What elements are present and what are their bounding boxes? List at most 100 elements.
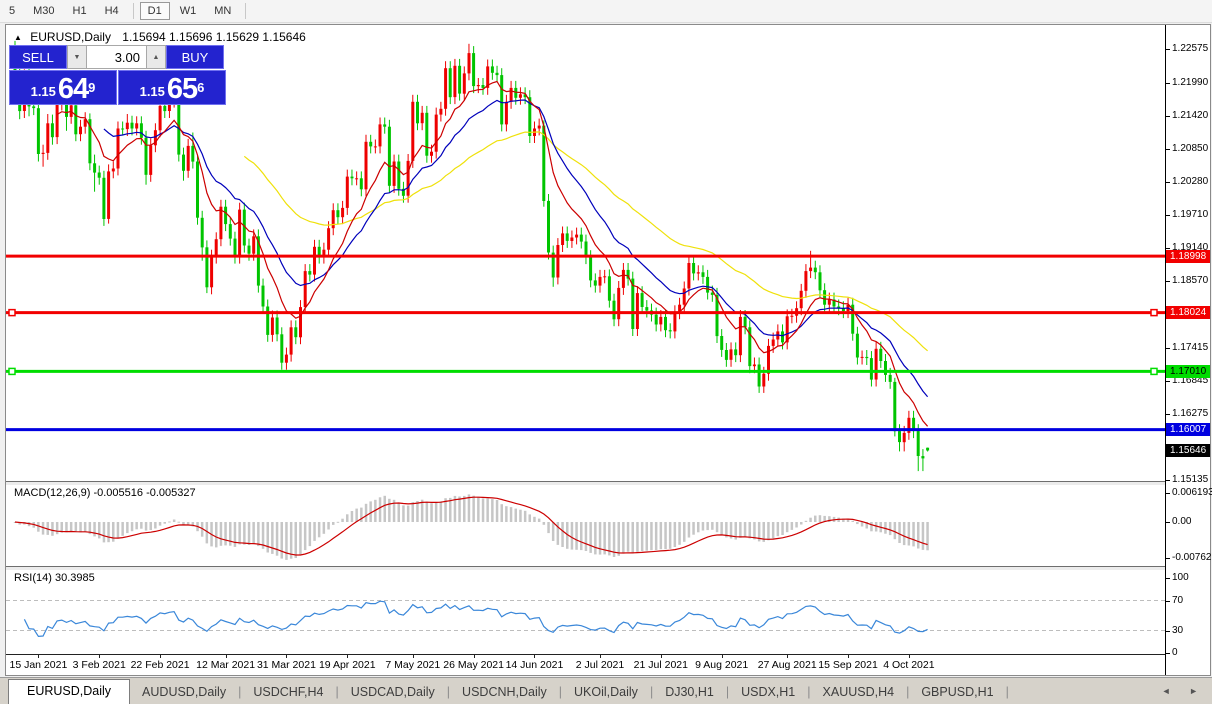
candle-body — [921, 456, 925, 459]
volume-input[interactable] — [87, 45, 146, 69]
timeframe-button-h1[interactable]: H1 — [65, 2, 95, 20]
candle-body — [570, 237, 574, 241]
candle-body — [93, 163, 97, 173]
macd-histogram-bar — [631, 522, 634, 554]
macd-histogram-bar — [523, 510, 527, 522]
tab-usdchf-h4[interactable]: USDCHF,H4 — [241, 681, 335, 704]
candle-body — [284, 354, 288, 363]
macd-histogram-bar — [472, 495, 475, 522]
candle-body — [55, 103, 59, 138]
timeframe-button-d1[interactable]: D1 — [139, 2, 170, 20]
macd-histogram-bar — [406, 505, 410, 522]
candle-body — [336, 210, 340, 218]
candle-body — [542, 125, 546, 201]
candle-body — [926, 447, 930, 451]
macd-histogram-bar — [584, 522, 588, 551]
candle-body — [790, 315, 794, 317]
candle-body — [107, 171, 111, 219]
tab-gbpusd-h1[interactable]: GBPUSD,H1 — [909, 681, 1005, 704]
line-price-badge: 1.16007 — [1166, 423, 1210, 437]
pane-separator[interactable] — [6, 481, 1165, 486]
candle-body — [902, 432, 906, 443]
candle-body — [139, 123, 143, 138]
candle-body — [617, 287, 621, 320]
time-tick-mark — [908, 654, 910, 658]
moving-average-20-line — [103, 99, 929, 398]
tab-usdcad-daily[interactable]: USDCAD,Daily — [339, 681, 447, 704]
macd-histogram-bar — [55, 522, 59, 535]
candle-body — [818, 272, 822, 291]
macd-histogram-bar — [215, 522, 218, 548]
macd-histogram-bar — [654, 522, 658, 551]
macd-histogram-bar — [720, 522, 723, 535]
candle-body — [860, 356, 864, 358]
candle-body — [462, 73, 466, 94]
collapse-arrow-icon[interactable]: ▲ — [14, 33, 22, 42]
candle-body — [556, 245, 560, 278]
macd-histogram-bar — [266, 522, 269, 553]
tab-eurusd-daily[interactable]: EURUSD,Daily — [8, 679, 131, 704]
macd-histogram-bar — [79, 522, 82, 533]
sell-button[interactable]: SELL — [9, 45, 67, 69]
macd-histogram-bar — [687, 522, 691, 538]
price-tick: 1.15135 — [1165, 474, 1209, 486]
candle-body — [706, 276, 710, 293]
macd-histogram-bar — [416, 501, 419, 522]
tab-ukoil-daily[interactable]: UKOil,Daily — [562, 681, 650, 704]
buy-button[interactable]: BUY — [166, 45, 224, 69]
line-handle[interactable] — [8, 308, 16, 317]
macd-histogram-bar — [252, 522, 255, 544]
time-axis[interactable]: 15 Jan 2021 3 Feb 2021 22 Feb 2021 12 Mar 2… — [6, 654, 1165, 675]
macd-histogram-bar — [697, 522, 700, 533]
candle-body — [116, 128, 120, 169]
candle-body — [893, 381, 897, 432]
price-axis[interactable]: 1.22575 1.21990 1.21420 1.20850 1.20280 1.197… — [1165, 25, 1212, 675]
candle-body — [74, 105, 78, 135]
macd-histogram-bar — [594, 522, 597, 555]
macd-histogram-bar — [327, 522, 330, 530]
candle-body — [373, 146, 377, 148]
macd-histogram-bar — [285, 522, 288, 560]
price-tick: 1.18570 — [1165, 274, 1209, 286]
candle-body — [593, 280, 597, 286]
time-tick-mark — [473, 654, 475, 658]
candle-body — [387, 126, 391, 186]
tab-scroll-right-button[interactable]: ► — [1189, 686, 1206, 696]
tab-usdx-h1[interactable]: USDX,H1 — [729, 681, 807, 704]
timeframe-button-w1[interactable]: W1 — [172, 2, 205, 20]
candle-body — [444, 68, 448, 109]
tab-xauusd-h4[interactable]: XAUUSD,H4 — [811, 681, 907, 704]
volume-decrease-button[interactable]: ▼ — [67, 45, 87, 69]
price-chart-canvas[interactable] — [6, 25, 1165, 655]
macd-histogram-bar — [303, 522, 307, 551]
price-tick: 1.16275 — [1165, 408, 1209, 420]
candle-body — [111, 168, 115, 172]
tab-dj30-h1[interactable]: DJ30,H1 — [653, 681, 726, 704]
timeframe-button-5[interactable]: 5 — [1, 2, 23, 20]
candle-body — [804, 271, 808, 291]
timeframe-button-h4[interactable]: H4 — [97, 2, 127, 20]
volume-increase-button[interactable]: ▲ — [146, 45, 166, 69]
candle-body — [163, 105, 167, 112]
macd-histogram-bar — [449, 497, 452, 522]
tab-scroll-left-button[interactable]: ◄ — [1162, 686, 1179, 696]
macd-histogram-bar — [275, 522, 279, 556]
toolbar-separator — [132, 3, 134, 19]
bid-price-small: 1.15 — [30, 84, 56, 99]
candle-body — [696, 272, 700, 274]
candle-body — [97, 172, 101, 178]
timeframe-button-m30[interactable]: M30 — [25, 2, 62, 20]
pane-separator[interactable] — [6, 566, 1165, 571]
line-handle[interactable] — [1150, 367, 1158, 376]
candle-body — [210, 256, 214, 288]
timeframe-button-mn[interactable]: MN — [206, 2, 239, 20]
candle-body — [378, 124, 382, 147]
line-handle[interactable] — [8, 367, 16, 376]
line-handle[interactable] — [1150, 308, 1158, 317]
macd-histogram-bar — [140, 522, 143, 529]
tab-audusd-daily[interactable]: AUDUSD,Daily — [130, 681, 238, 704]
tab-usdcnh-daily[interactable]: USDCNH,Daily — [450, 681, 559, 704]
macd-histogram-bar — [308, 522, 312, 547]
bid-price-big: 64 — [57, 73, 89, 105]
candle-body — [224, 206, 228, 225]
